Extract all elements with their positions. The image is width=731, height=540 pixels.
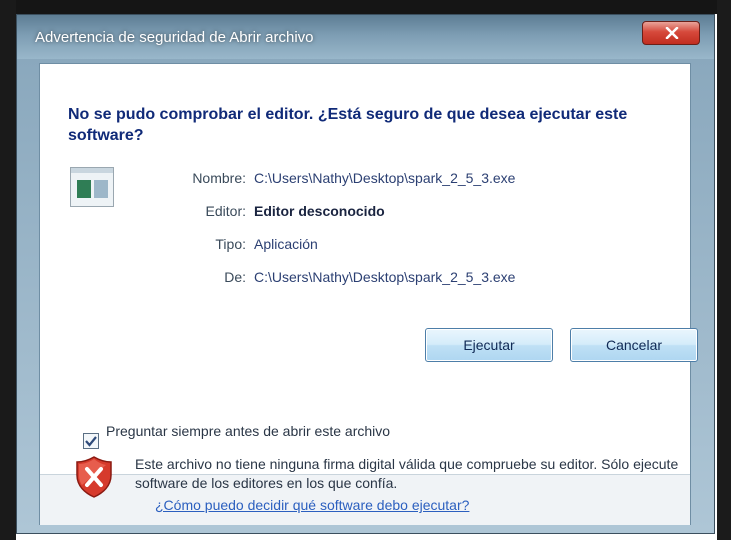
editor-value: Editor desconocido [254, 203, 385, 219]
checkmark-icon [85, 436, 97, 447]
security-warning-window: Advertencia de seguridad de Abrir archiv… [16, 14, 715, 534]
run-button[interactable]: Ejecutar [425, 328, 553, 362]
help-link[interactable]: ¿Cómo puedo decidir qué software debo ej… [155, 497, 469, 513]
application-file-icon [70, 167, 114, 207]
editor-label: Editor: [205, 203, 246, 219]
title-bar: Advertencia de seguridad de Abrir archiv… [17, 15, 714, 59]
name-label: Nombre: [192, 170, 246, 186]
name-value: C:\Users\Nathy\Desktop\spark_2_5_3.exe [254, 170, 516, 186]
close-button[interactable] [642, 21, 700, 45]
always-ask-label[interactable]: Preguntar siempre antes de abrir este ar… [106, 422, 426, 440]
type-label: Tipo: [215, 236, 246, 252]
dialog-heading: No se pudo comprobar el editor. ¿Está se… [68, 106, 628, 144]
from-value: C:\Users\Nathy\Desktop\spark_2_5_3.exe [254, 269, 516, 285]
cancel-button[interactable]: Cancelar [570, 328, 698, 362]
photo-border-left [0, 0, 16, 540]
from-label: De: [224, 269, 246, 285]
footer-warning-text: Este archivo no tiene ninguna firma digi… [135, 456, 679, 491]
always-ask-checkbox[interactable] [83, 433, 99, 449]
type-value: Aplicación [254, 236, 318, 252]
close-icon [665, 27, 679, 39]
photo-border-top [0, 0, 731, 14]
shield-warning-icon [76, 456, 112, 498]
window-title: Advertencia de seguridad de Abrir archiv… [35, 29, 314, 46]
photo-border-right [717, 0, 731, 540]
